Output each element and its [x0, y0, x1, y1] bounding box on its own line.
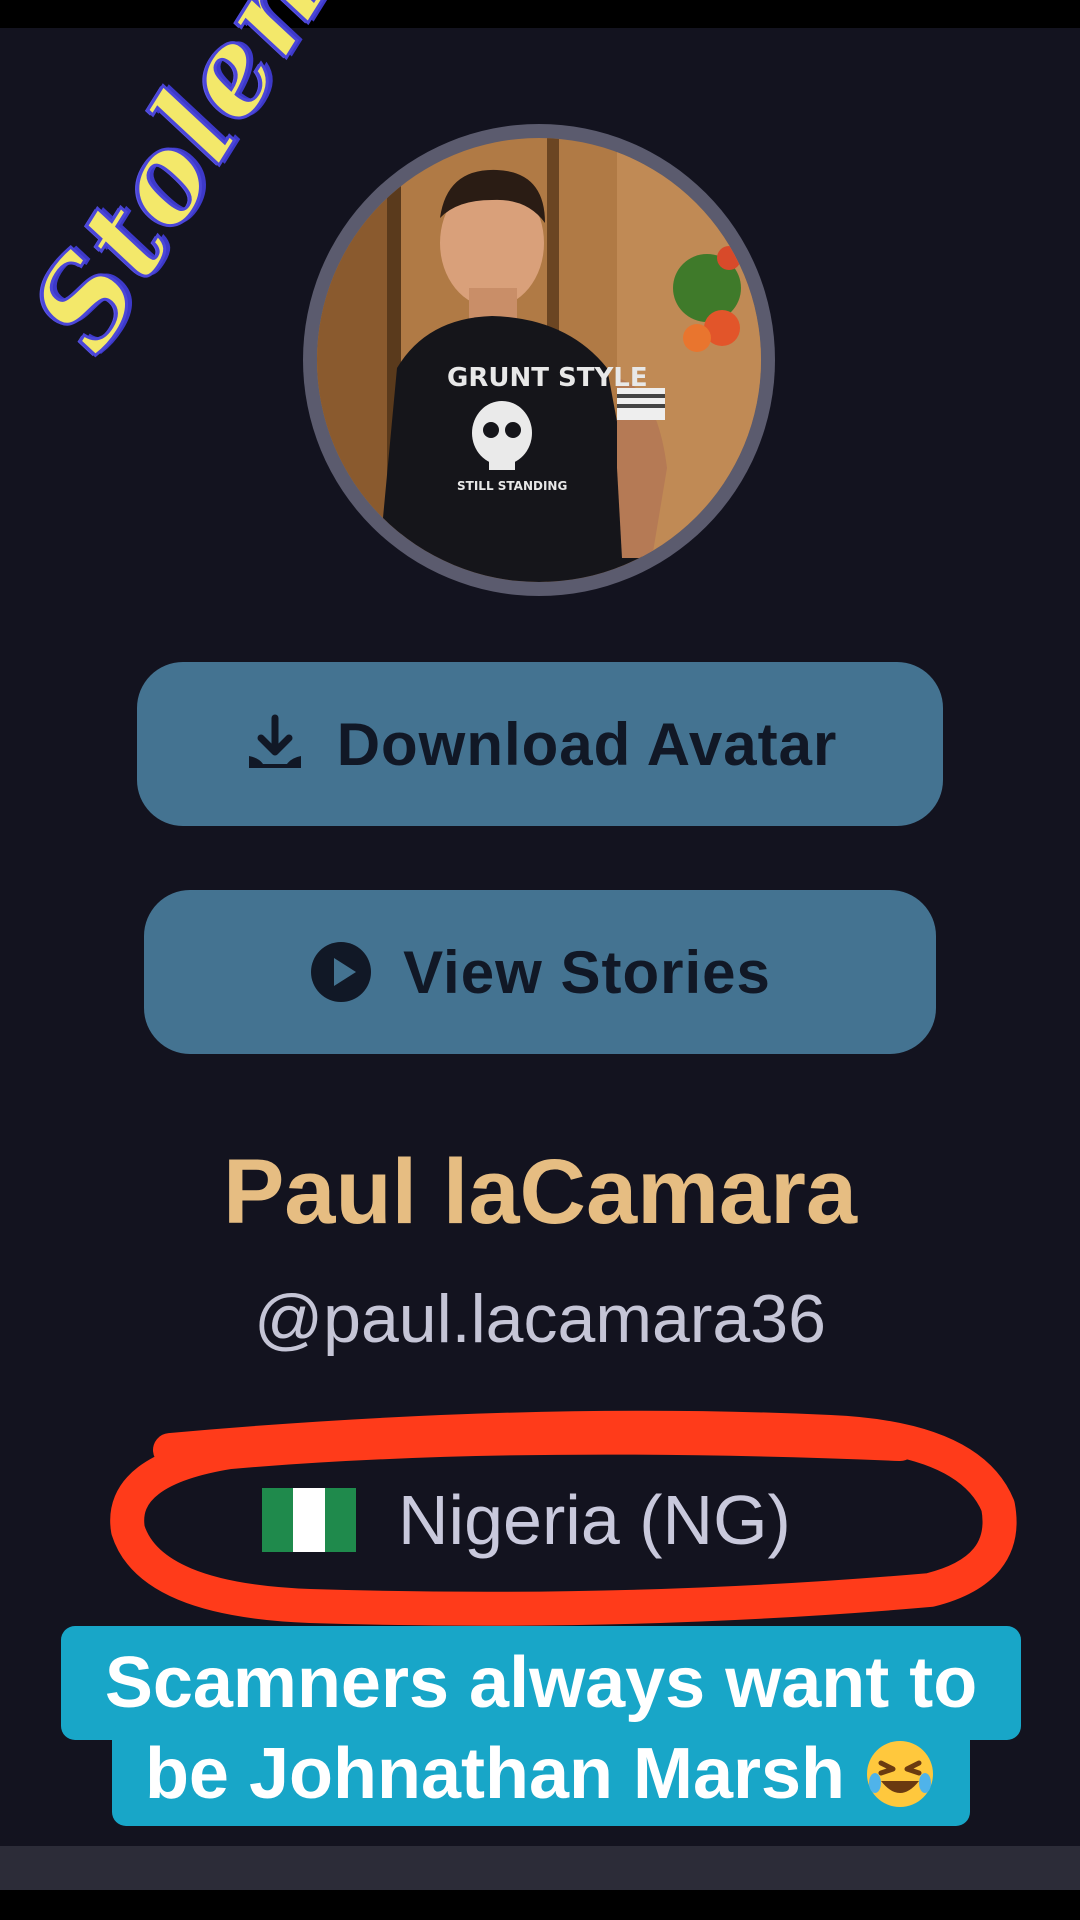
shirt-subtext: STILL STANDING: [457, 479, 567, 493]
country-label: Nigeria (NG): [398, 1481, 791, 1559]
download-avatar-label: Download Avatar: [336, 710, 838, 778]
view-stories-label: View Stories: [403, 938, 771, 1006]
caption-line-2-text: be Johnathan Marsh: [144, 1734, 846, 1814]
shirt-text: GRUNT STYLE: [447, 363, 648, 393]
caption-line-2: be Johnathan Marsh: [112, 1722, 970, 1826]
top-status-strip: [0, 0, 1080, 28]
avatar[interactable]: GRUNT STYLE STILL STANDING: [317, 138, 761, 582]
download-avatar-button[interactable]: Download Avatar: [137, 662, 943, 826]
username: @paul.lacamara36: [254, 1281, 826, 1357]
play-circle-icon: [309, 940, 373, 1004]
stolen-stamp: Stolen: [3, 0, 355, 375]
nigeria-flag-icon: [262, 1488, 356, 1552]
country-badge: Nigeria (NG): [262, 1470, 791, 1570]
bottom-bar: [0, 1846, 1080, 1890]
display-name: Paul laCamara: [222, 1141, 858, 1243]
avatar-ring: GRUNT STYLE STILL STANDING: [303, 124, 775, 596]
download-icon: [243, 712, 307, 776]
bottom-strip: [0, 1890, 1080, 1920]
view-stories-button[interactable]: View Stories: [144, 890, 936, 1054]
rolling-laughing-emoji-icon: [863, 1737, 937, 1811]
caption-line-1-text: Scamners always want to: [104, 1643, 978, 1723]
